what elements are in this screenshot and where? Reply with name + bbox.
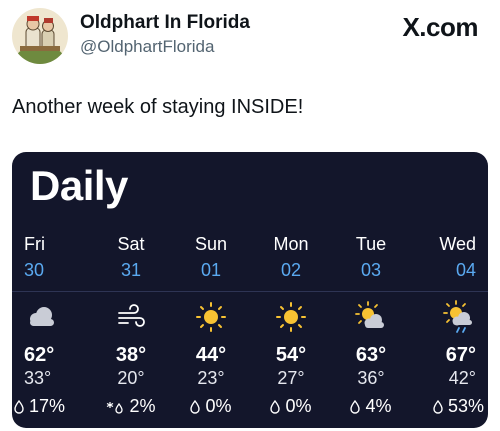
high-temp: 63°	[355, 344, 387, 366]
cloudy-icon	[30, 307, 54, 326]
precip-value: 0%	[285, 396, 312, 416]
day-column: Sat 31 38° 20° 2%	[92, 152, 170, 428]
partly-cloudy-icon	[355, 301, 384, 328]
precip-value: 4%	[365, 396, 392, 416]
precip-value: 53%	[447, 396, 484, 416]
day-date: 04	[455, 260, 476, 280]
author-name[interactable]: Oldphart In Florida	[80, 12, 250, 34]
high-temp: 67°	[445, 344, 476, 366]
low-temp: 36°	[357, 368, 385, 388]
day-column: Sun 01 44° 23° 0%	[172, 152, 250, 428]
sunny-icon	[196, 302, 226, 332]
post-text: Another week of staying INSIDE!	[12, 96, 304, 118]
day-name: Tue	[355, 234, 387, 254]
post-header: Oldphart In Florida @OldphartFlorida X.c…	[0, 0, 500, 80]
precip-value: 17%	[29, 396, 66, 416]
high-temp: 62°	[24, 344, 55, 366]
sunny-icon	[276, 302, 306, 332]
precip-value: 0%	[205, 396, 232, 416]
day-name: Mon	[273, 234, 309, 254]
author-handle[interactable]: @OldphartFlorida	[80, 37, 214, 57]
day-date: 03	[360, 260, 382, 280]
weather-card: Daily Fri 30 62° 33° 17% Sat 31 38° 20°	[12, 152, 488, 428]
precip-chance: 53%	[433, 396, 484, 417]
day-name: Sun	[194, 234, 228, 254]
day-name: Wed	[439, 234, 476, 254]
day-name: Sat	[117, 234, 145, 254]
avatar-image	[12, 8, 68, 64]
precip-chance: 4%	[332, 396, 410, 417]
avatar[interactable]	[12, 8, 68, 64]
day-column: Mon 02 54° 27° 0%	[252, 152, 330, 428]
snowflake-drop-icon	[107, 401, 124, 414]
high-temp: 54°	[275, 344, 307, 366]
raindrop-icon	[190, 399, 201, 414]
precip-chance: 2%	[92, 396, 170, 417]
low-temp: 27°	[277, 368, 305, 388]
day-date: 02	[280, 260, 302, 280]
sun-cloud-rain-icon	[443, 300, 472, 333]
x-logo-text: X.com	[402, 12, 478, 42]
high-temp: 38°	[115, 344, 147, 366]
day-date: 01	[200, 260, 222, 280]
raindrop-icon	[14, 399, 24, 414]
raindrop-icon	[433, 399, 443, 414]
day-column: Tue 03 63° 36° 4%	[332, 152, 410, 428]
precip-chance: 0%	[252, 396, 330, 417]
low-temp: 33°	[24, 368, 52, 388]
precip-value: 2%	[129, 396, 156, 416]
precip-chance: 0%	[172, 396, 250, 417]
low-temp: 42°	[448, 368, 476, 388]
high-temp: 44°	[195, 344, 227, 366]
day-name: Fri	[24, 234, 45, 254]
day-date: 31	[120, 260, 142, 280]
precip-chance: 17%	[14, 396, 65, 417]
low-temp: 20°	[117, 368, 145, 388]
day-date: 30	[24, 260, 45, 280]
day-column: Wed 04 67° 42° 53%	[410, 152, 488, 428]
low-temp: 23°	[197, 368, 225, 388]
wind-icon	[118, 304, 145, 327]
raindrop-icon	[270, 399, 281, 414]
raindrop-icon	[350, 399, 361, 414]
day-column: Fri 30 62° 33° 17%	[12, 152, 90, 428]
